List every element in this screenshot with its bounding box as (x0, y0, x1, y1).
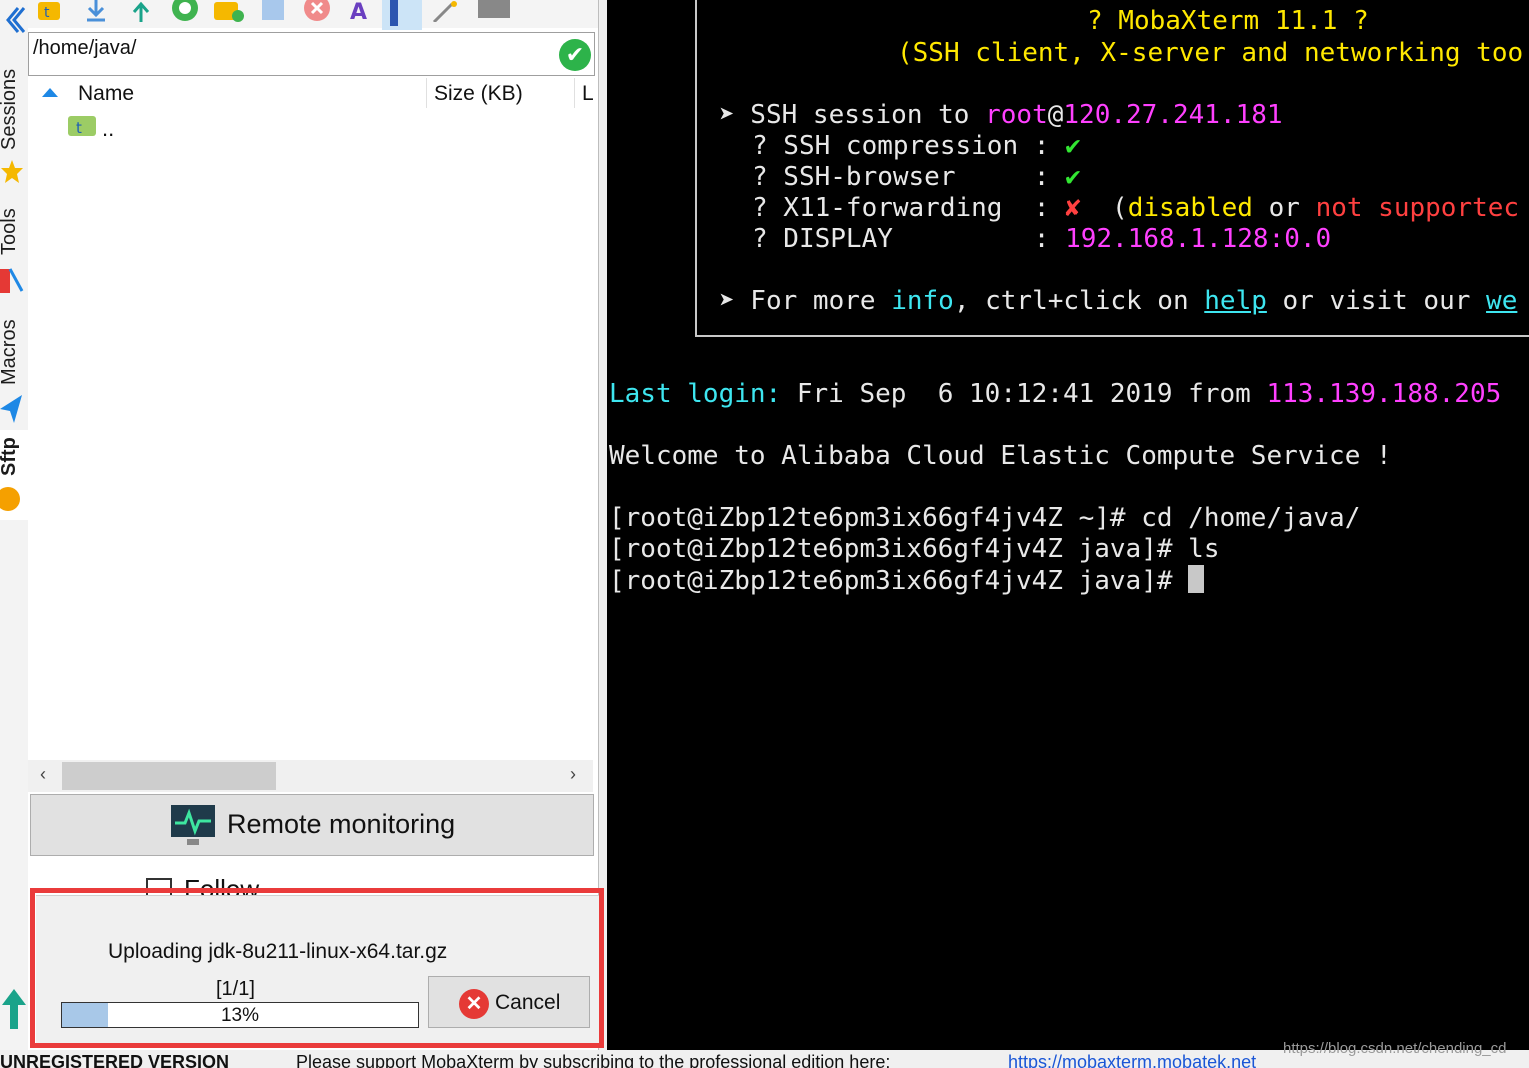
tab-sftp[interactable]: Sftp (0, 430, 28, 520)
tools-icon (0, 268, 24, 293)
upload-arrow-icon (0, 985, 28, 1035)
info-line: ➤ For more info, ctrl+click on help or v… (719, 286, 1518, 316)
x11-line: ? X11-forwarding : ✘ (disabled or not su… (752, 193, 1520, 223)
terminal-cursor (1188, 565, 1205, 593)
scroll-left-icon[interactable]: ‹ (40, 764, 46, 785)
cancel-icon: ✕ (459, 989, 489, 1019)
upload-filename: Uploading jdk-8u211-linux-x64.tar.gz (108, 940, 448, 963)
welcome-line: Welcome to Alibaba Cloud Elastic Compute… (609, 441, 1392, 471)
remote-monitoring-label: Remote monitoring (227, 809, 456, 839)
tab-sessions[interactable]: Sessions (0, 50, 28, 195)
watermark: https://blog.csdn.net/chending_cd (1283, 1040, 1507, 1057)
sftp-panel: t A /home/java/ ✔ Name Size (KB) L t .. … (28, 0, 599, 1050)
column-name[interactable]: Name (78, 82, 134, 106)
compression-line: ? SSH compression : ✔ (752, 131, 1081, 161)
last-login-line: Last login: Fri Sep 6 10:12:41 2019 from… (609, 379, 1502, 409)
banner-title: ? MobaXterm 11.1 ? (1087, 6, 1369, 36)
path-input[interactable]: /home/java/ ✔ (28, 32, 595, 76)
svg-text:A: A (350, 0, 367, 22)
terminal-icon[interactable] (478, 0, 510, 22)
browser-line: ? SSH-browser : ✔ (752, 162, 1081, 192)
path-text[interactable]: /home/java/ (33, 37, 136, 60)
terminal[interactable]: ? MobaXterm 11.1 ? (SSH client, X-server… (607, 0, 1529, 1050)
upload-progress-dialog: Uploading jdk-8u211-linux-x64.tar.gz [1/… (36, 895, 601, 1046)
support-text: Please support MobaXterm by subscribing … (296, 1052, 891, 1068)
new-folder-icon[interactable] (214, 0, 244, 22)
parent-folder-label: .. (102, 116, 115, 141)
check-icon[interactable]: ✔ (559, 39, 591, 71)
mobatek-link[interactable]: https://mobaxterm.mobatek.net (1008, 1052, 1256, 1068)
magic-wand-icon[interactable] (432, 0, 458, 24)
banner-subtitle: (SSH client, X-server and networking too (897, 38, 1524, 68)
parent-folder-icon: t (68, 116, 96, 137)
column-last-modified[interactable]: L (582, 82, 594, 106)
display-line: ? DISPLAY : 192.168.1.128:0.0 (752, 224, 1332, 254)
paper-plane-icon (0, 395, 22, 423)
delete-icon[interactable] (302, 0, 330, 22)
star-icon (1, 160, 23, 183)
column-size[interactable]: Size (KB) (434, 82, 523, 106)
refresh-icon[interactable] (170, 0, 198, 22)
sftp-toolbar: t A (28, 0, 598, 30)
collapse-icon[interactable] (0, 0, 28, 40)
remote-monitoring-button[interactable]: Remote monitoring (30, 794, 594, 856)
side-tab-strip: Sessions Tools Macros Sftp (0, 0, 29, 1050)
scroll-right-icon[interactable]: › (570, 764, 576, 785)
progress-percent: 13% (220, 1005, 260, 1026)
cancel-label: Cancel (495, 991, 561, 1014)
upload-progress-bar: 13% (61, 1002, 419, 1028)
tab-tools-label: Tools (0, 208, 20, 255)
tab-macros-label: Macros (0, 319, 20, 385)
sort-ascending-icon[interactable] (42, 88, 58, 98)
upload-count: [1/1] (216, 978, 255, 1000)
prompt-line: [root@iZbp12te6pm3ix66gf4jv4Z java]# (609, 565, 1205, 596)
prompt-line: [root@iZbp12te6pm3ix66gf4jv4Z java]# ls (609, 534, 1220, 564)
session-line: ➤ SSH session to root@120.27.241.181 (719, 100, 1283, 130)
new-file-icon[interactable] (260, 0, 286, 22)
horizontal-scrollbar[interactable]: ‹ › (28, 760, 593, 792)
scrollbar-thumb[interactable] (62, 762, 276, 790)
tab-sessions-label: Sessions (0, 68, 20, 150)
upload-icon[interactable] (128, 0, 154, 22)
help-link[interactable]: help (1204, 286, 1267, 316)
tab-sftp-label: Sftp (0, 437, 20, 476)
column-divider[interactable] (426, 78, 427, 108)
download-icon[interactable] (83, 0, 109, 22)
prompt-line: [root@iZbp12te6pm3ix66gf4jv4Z ~]# cd /ho… (609, 503, 1361, 533)
show-hidden-icon[interactable] (382, 0, 422, 30)
unregistered-label: UNREGISTERED VERSION (0, 1052, 230, 1068)
tab-tools[interactable]: Tools (0, 195, 28, 305)
column-divider[interactable] (574, 78, 575, 108)
file-list-header: Name Size (KB) L (28, 78, 594, 110)
folder-up-icon[interactable]: t (36, 0, 62, 22)
sftp-globe-icon (0, 487, 20, 511)
rename-icon[interactable]: A (348, 0, 374, 25)
svg-text:t: t (44, 5, 50, 21)
svg-text:t: t (76, 119, 82, 137)
monitor-icon (171, 805, 215, 845)
cancel-button[interactable]: ✕ Cancel (428, 976, 590, 1028)
tab-macros[interactable]: Macros (0, 305, 28, 430)
website-link[interactable]: we (1486, 286, 1517, 316)
